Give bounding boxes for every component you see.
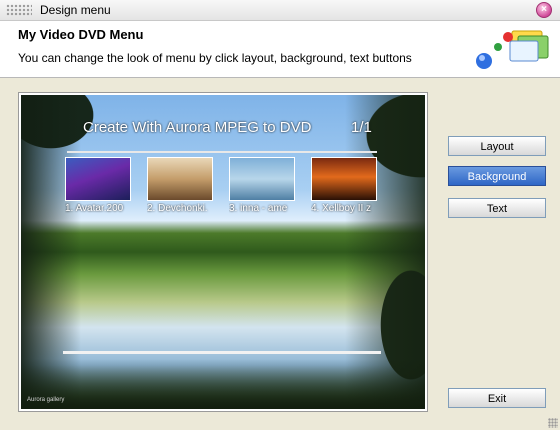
close-icon[interactable]: × [536, 2, 552, 18]
watermark: Aurora gallery [27, 397, 65, 403]
page-indicator: 1/1 [351, 119, 372, 136]
title-bar[interactable]: Design menu × [0, 0, 560, 21]
menu-divider-top [67, 151, 377, 153]
exit-button[interactable]: Exit [448, 388, 546, 408]
chapter-caption-3[interactable]: 3. inna - ame [229, 203, 311, 214]
page-title: My Video DVD Menu [18, 27, 144, 42]
menu-preview-frame: Create With Aurora MPEG to DVD 1/1 1. Av… [18, 92, 428, 412]
window-title: Design menu [40, 3, 111, 17]
menu-design-icon [476, 30, 549, 69]
chapter-caption-1[interactable]: 1. Avatar.200 [65, 203, 147, 214]
menu-divider-bottom [63, 351, 381, 354]
chapter-thumbnail-3[interactable] [229, 157, 295, 201]
drag-grip-icon[interactable] [6, 4, 32, 16]
background-button[interactable]: Background [448, 166, 546, 186]
chapter-thumbnail-2[interactable] [147, 157, 213, 201]
chapter-thumbnails: 1. Avatar.200 2. Devchonki. 3. inna - am… [65, 157, 411, 217]
resize-grip-icon[interactable] [548, 418, 558, 428]
text-button[interactable]: Text [448, 198, 546, 218]
dvd-menu-title[interactable]: Create With Aurora MPEG to DVD [83, 119, 311, 136]
background-grass [21, 359, 425, 409]
menu-preview: Create With Aurora MPEG to DVD 1/1 1. Av… [21, 95, 425, 409]
page-subtitle: You can change the look of menu by click… [18, 51, 412, 65]
header-panel: My Video DVD Menu You can change the loo… [0, 21, 560, 78]
chapter-thumbnail-1[interactable] [65, 157, 131, 201]
chapter-caption-2[interactable]: 2. Devchonki. [147, 203, 229, 214]
layout-button[interactable]: Layout [448, 136, 546, 156]
chapter-caption-4[interactable]: 4. Xellboy II z [311, 203, 393, 214]
chapter-thumbnail-4[interactable] [311, 157, 377, 201]
